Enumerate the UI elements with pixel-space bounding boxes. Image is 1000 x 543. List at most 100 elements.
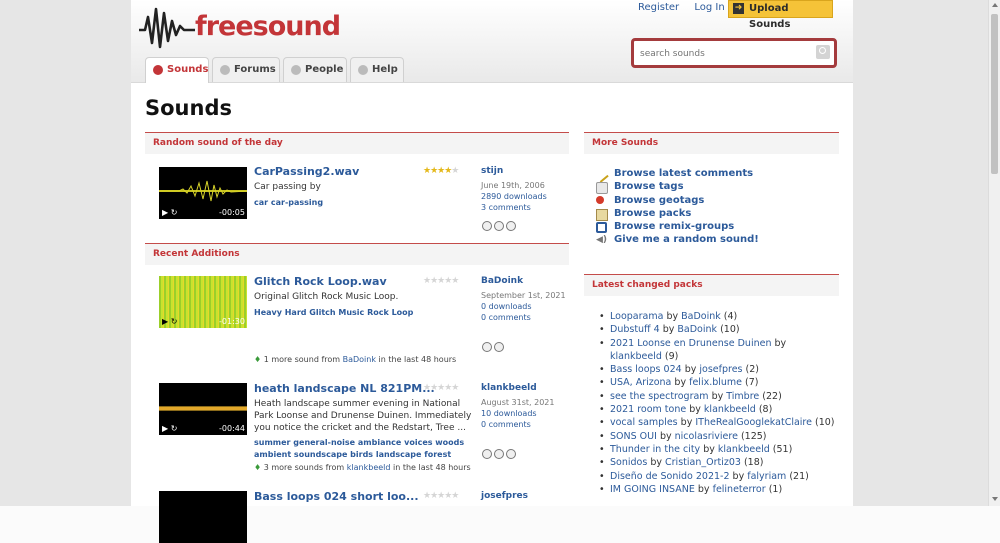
browse-geotags-link[interactable]: Browse geotags [594, 194, 759, 207]
more-sounds-list: Browse latest comments Browse tags Brows… [593, 167, 759, 247]
sound-downloads[interactable]: 10 downloads [481, 408, 561, 419]
pack-link[interactable]: USA, Arizona [610, 377, 671, 388]
pack-link[interactable]: Diseño de Sonido 2021-2 [610, 471, 730, 482]
sound-tags[interactable]: Heavy Hard Glitch Music Rock Loop [254, 307, 413, 319]
list-item: vocal samples by ITheRealGooglekatClaire… [595, 416, 835, 430]
pack-user-link[interactable]: Cristian_Ortiz03 [665, 457, 741, 468]
pack-link[interactable]: Looparama [610, 311, 663, 322]
search-input[interactable] [638, 44, 812, 64]
packs-list: Looparama by BaDoink (4) Dubstuff 4 by B… [595, 310, 835, 496]
play-icon[interactable]: ▶ ↻ [162, 208, 177, 217]
rating-stars: ★★★★★ [423, 383, 459, 393]
browse-packs-link[interactable]: Browse packs [594, 207, 759, 221]
sound-meta: stijn June 19th, 2006 2890 downloads 3 c… [481, 166, 566, 213]
waveform-player[interactable]: ▶ ↻ -01:30 [159, 276, 247, 328]
sound-user[interactable]: stijn [481, 166, 566, 177]
pack-link[interactable]: Thunder in the city [610, 444, 700, 455]
more-suffix: in the last 48 hours [378, 355, 457, 364]
list-item: Diseño de Sonido 2021-2 by falyriam (21) [595, 470, 835, 484]
login-link[interactable]: Log In [694, 2, 724, 13]
pack-user-link[interactable]: BaDoink [677, 324, 717, 335]
sound-title[interactable]: CarPassing2.wav [254, 165, 359, 178]
sound-tags[interactable]: car car-passing [254, 197, 323, 209]
browse-remix-groups-link[interactable]: Browse remix-groups [594, 220, 759, 234]
pack-link[interactable]: see the spectrogram [610, 391, 709, 402]
list-item: Dubstuff 4 by BaDoink (10) [595, 323, 835, 337]
pack-user-link[interactable]: klankbeeld [718, 444, 770, 455]
list-item: Bass loops 024 by josefpres (2) [595, 363, 835, 377]
pack-link[interactable]: vocal samples [610, 417, 678, 428]
rating-stars: ★★★★★ [423, 166, 459, 176]
more-user-link[interactable]: BaDoink [343, 355, 376, 364]
tab-help[interactable]: Help [350, 57, 404, 82]
sound-meta: klankbeeld August 31st, 2021 10 download… [481, 383, 561, 430]
freesound-logo[interactable]: freesound [139, 3, 341, 49]
upload-sounds-button[interactable]: ➜ Upload Sounds [728, 0, 833, 30]
scroll-down-arrow-icon[interactable] [992, 497, 998, 501]
plus-icon: ♦ [254, 463, 262, 472]
sound-title[interactable]: Glitch Rock Loop.wav [254, 275, 387, 288]
tab-forums-label: Forums [234, 64, 276, 75]
register-link[interactable]: Register [638, 2, 679, 13]
pack-user-link[interactable]: falyriam [747, 471, 786, 482]
people-icon [291, 65, 301, 75]
sound-title[interactable]: Bass loops 024 short loo... [254, 490, 419, 503]
pack-user-link[interactable]: klankbeeld [704, 404, 756, 415]
pack-link[interactable]: 2021 room tone [610, 404, 686, 415]
tab-help-label: Help [372, 64, 398, 75]
sound-user[interactable]: josefpres [481, 491, 561, 502]
list-item: 2021 room tone by klankbeeld (8) [595, 403, 835, 417]
scrollbar[interactable] [988, 0, 1000, 506]
pack-user-link[interactable]: BaDoink [681, 311, 721, 322]
tab-forums[interactable]: Forums [212, 57, 280, 82]
pack-link[interactable]: SONS OUI [610, 431, 657, 442]
duration: -00:44 [219, 424, 245, 433]
tab-sounds[interactable]: Sounds [145, 57, 209, 83]
random-sound-link[interactable]: ◀) Give me a random sound! [594, 233, 759, 246]
pack-link[interactable]: 2021 Loonse en Drunense Duinen [610, 338, 771, 349]
sound-downloads[interactable]: 0 downloads [481, 301, 566, 312]
sound-downloads[interactable]: 2890 downloads [481, 191, 566, 202]
pack-user-link[interactable]: klankbeeld [610, 351, 662, 362]
list-item: Looparama by BaDoink (4) [595, 310, 835, 324]
sound-tags[interactable]: summer general-noise ambiance voices woo… [254, 437, 472, 461]
browse-comments-link[interactable]: Browse latest comments [593, 167, 759, 183]
scroll-thumb[interactable] [991, 14, 998, 174]
waveform-logo-icon [139, 7, 195, 49]
scroll-up-arrow-icon[interactable] [992, 3, 998, 7]
pack-user-link[interactable]: Timbre [726, 391, 759, 402]
play-icon[interactable]: ▶ ↻ [162, 317, 177, 326]
search-icon[interactable] [816, 45, 830, 59]
pack-user-link[interactable]: nicolasriviere [675, 431, 738, 442]
waveform-player[interactable] [159, 491, 247, 543]
pack-link[interactable]: Bass loops 024 [610, 364, 682, 375]
plus-icon: ♦ [254, 355, 262, 364]
sound-comments[interactable]: 0 comments [481, 312, 566, 323]
waveform-player[interactable]: ▶ ↻ -00:05 [159, 167, 248, 219]
pack-user-link[interactable]: felix.blume [689, 377, 742, 388]
remix-icon [596, 222, 607, 234]
pack-link[interactable]: Dubstuff 4 [610, 324, 660, 335]
pack-link[interactable]: Sonidos [610, 457, 647, 468]
sound-comments[interactable]: 3 comments [481, 202, 566, 213]
tag-icon [596, 182, 608, 195]
tab-sounds-label: Sounds [167, 64, 209, 75]
browse-tags-link[interactable]: Browse tags [594, 180, 759, 195]
sound-user[interactable]: klankbeeld [481, 383, 561, 394]
pack-user-link[interactable]: felineterror [713, 484, 766, 495]
sound-description: Car passing by [254, 182, 321, 192]
sound-comments[interactable]: 0 comments [481, 419, 561, 430]
more-user-link[interactable]: klankbeeld [347, 463, 391, 472]
sound-title[interactable]: heath landscape NL 821PM... [254, 382, 435, 395]
play-icon[interactable]: ▶ ↻ [162, 424, 177, 433]
sound-user[interactable]: BaDoink [481, 276, 566, 287]
page: freesound Register Log In ➜ Upload Sound… [131, 0, 853, 543]
pack-user-link[interactable]: ITheRealGooglekatClaire [695, 417, 812, 428]
tab-people[interactable]: People [283, 57, 347, 82]
pack-link[interactable]: IM GOING INSANE [610, 484, 695, 495]
question-icon [358, 65, 368, 75]
pack-icon [494, 221, 504, 231]
waveform-player[interactable]: ▶ ↻ -00:44 [159, 383, 247, 435]
speech-bubble-icon [220, 65, 230, 75]
pack-user-link[interactable]: josefpres [699, 364, 742, 375]
